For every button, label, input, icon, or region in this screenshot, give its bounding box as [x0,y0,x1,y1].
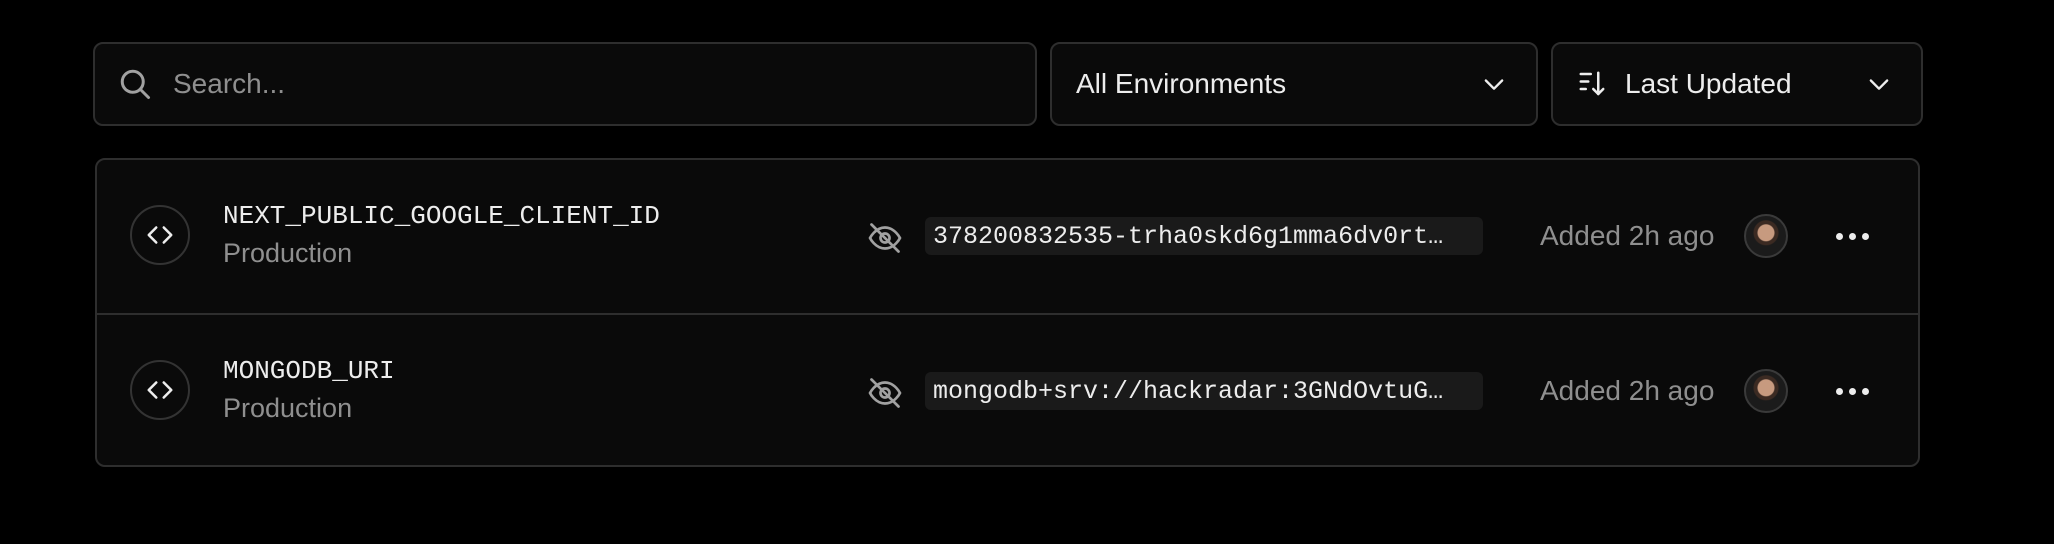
filter-toolbar: All Environments Last Updated [93,42,1923,126]
added-timestamp: Added 2h ago [1540,375,1715,406]
eye-off-icon[interactable] [867,375,903,411]
eye-off-icon[interactable] [867,220,903,256]
env-variable-row[interactable]: MONGODB_URI Production mongodb+srv://hac… [97,313,1918,465]
variable-key: NEXT_PUBLIC_GOOGLE_CLIENT_ID [223,201,660,231]
variable-info: NEXT_PUBLIC_GOOGLE_CLIENT_ID Production [223,198,660,272]
variable-value[interactable]: mongodb+srv://hackradar:3GNdOvtuG… [925,372,1483,410]
more-horizontal-icon [1861,232,1869,240]
added-timestamp: Added 2h ago [1540,220,1715,251]
more-options-button[interactable] [1832,373,1872,409]
search-input[interactable] [173,44,1035,124]
code-brackets-icon [130,360,190,420]
avatar [1744,369,1788,413]
chevron-down-icon [1484,79,1504,90]
variable-value[interactable]: 378200832535-trha0skd6g1mma6dv0rt… [925,217,1483,255]
variable-info: MONGODB_URI Production [223,353,395,427]
variable-environment: Production [223,393,353,423]
more-horizontal-icon [1848,387,1856,395]
more-horizontal-icon [1848,232,1856,240]
variable-environment: Production [223,238,353,268]
sort-select[interactable]: Last Updated [1551,42,1923,126]
env-variable-list: NEXT_PUBLIC_GOOGLE_CLIENT_ID Production … [95,158,1920,467]
variable-key: MONGODB_URI [223,356,395,386]
environment-select[interactable]: All Environments [1050,42,1538,126]
env-variable-row[interactable]: NEXT_PUBLIC_GOOGLE_CLIENT_ID Production … [97,160,1918,313]
sort-select-value: Last Updated [1625,68,1792,99]
code-brackets-icon [130,205,190,265]
avatar [1744,214,1788,258]
more-horizontal-icon [1835,232,1843,240]
more-horizontal-icon [1835,387,1843,395]
variable-value-text: 378200832535-trha0skd6g1mma6dv0rt… [933,221,1444,251]
chevron-down-icon [1869,79,1889,90]
sort-descending-icon [1579,71,1605,96]
environment-select-value: All Environments [1076,68,1287,99]
search-icon [120,69,150,99]
more-horizontal-icon [1861,387,1869,395]
search-box[interactable] [93,42,1037,126]
variable-value-text: mongodb+srv://hackradar:3GNdOvtuG… [933,376,1444,406]
more-options-button[interactable] [1832,218,1872,254]
